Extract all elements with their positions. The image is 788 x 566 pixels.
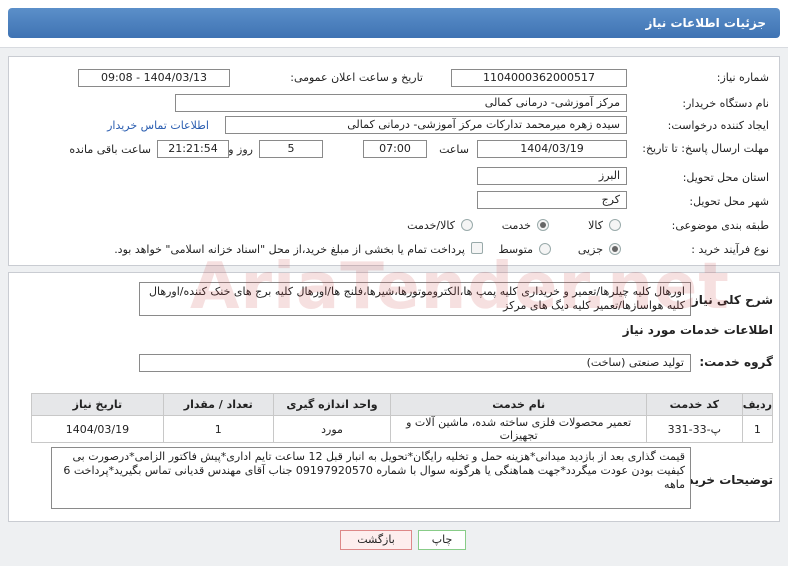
description-text: اورهال کلیه چیلرها/تعمیر و خریداری کلیه … bbox=[139, 282, 691, 316]
col-unit: واحد اندازه گیری bbox=[272, 393, 392, 416]
need-number-label: شماره نیاز: bbox=[716, 71, 769, 84]
days-label: روز و bbox=[228, 143, 253, 156]
col-row: ردیف bbox=[741, 393, 774, 416]
description-label: شرح کلی نیاز: bbox=[687, 293, 773, 307]
service-group-label: گروه خدمت: bbox=[699, 355, 773, 369]
buyer-org-field: مرکز آموزشی- درمانی کمالی bbox=[175, 94, 627, 112]
province-field: البرز bbox=[477, 167, 627, 185]
creator-label: ایجاد کننده درخواست: bbox=[667, 119, 769, 132]
cell-name: تعمیر محصولات فلزی ساخته شده، ماشین آلات… bbox=[390, 415, 647, 443]
buyer-notes-text: قیمت گذاری بعد از بازدید میدانی*هزینه حم… bbox=[51, 447, 691, 509]
process-medium-label: متوسط bbox=[498, 243, 533, 256]
days-field: 5 bbox=[259, 140, 323, 158]
cell-code: پ-33-331 bbox=[645, 415, 743, 443]
category-radio-goods[interactable] bbox=[609, 219, 621, 231]
table-header-row: ردیف کد خدمت نام خدمت واحد اندازه گیری ت… bbox=[31, 393, 774, 416]
treasury-note: پرداخت تمام یا بخشی از مبلغ خرید،از محل … bbox=[114, 243, 465, 256]
category-goods-service-label: کالا/خدمت bbox=[407, 219, 455, 232]
cell-unit: مورد bbox=[272, 415, 392, 443]
need-info-panel: شماره نیاز: 1104000362000517 تاریخ و ساع… bbox=[8, 56, 780, 266]
category-radio-goods-service[interactable] bbox=[461, 219, 473, 231]
page-header: جزئیات اطلاعات نیاز bbox=[0, 0, 788, 48]
process-minor-label: جزیی bbox=[577, 243, 603, 256]
category-service-label: خدمت bbox=[501, 219, 531, 232]
need-number-field: 1104000362000517 bbox=[451, 69, 627, 87]
city-label: شهر محل تحویل: bbox=[689, 195, 769, 208]
process-label: نوع فرآیند خرید : bbox=[691, 243, 769, 256]
col-name: نام خدمت bbox=[390, 393, 647, 416]
buyer-org-label: نام دستگاه خریدار: bbox=[682, 97, 769, 110]
service-group-field: تولید صنعتی (ساخت) bbox=[139, 354, 691, 372]
remaining-label: ساعت باقی مانده bbox=[69, 143, 151, 156]
print-button[interactable]: چاپ bbox=[418, 530, 466, 550]
col-date: تاریخ نیاز bbox=[31, 393, 164, 416]
category-goods-label: کالا bbox=[588, 219, 603, 232]
table-row: 1 پ-33-331 تعمیر محصولات فلزی ساخته شده،… bbox=[31, 415, 774, 443]
services-panel: شرح کلی نیاز: اورهال کلیه چیلرها/تعمیر و… bbox=[8, 272, 780, 522]
process-radio-medium[interactable] bbox=[539, 243, 551, 255]
announce-field: 1404/03/13 - 09:08 bbox=[78, 69, 230, 87]
creator-field: سیده زهره میرمحمد تدارکات مرکز آموزشی- د… bbox=[225, 116, 627, 134]
category-radio-service[interactable] bbox=[537, 219, 549, 231]
back-button[interactable]: بازگشت bbox=[340, 530, 412, 550]
deadline-date-field: 1404/03/19 bbox=[477, 140, 627, 158]
cell-row: 1 bbox=[741, 415, 774, 443]
col-qty: تعداد / مقدار bbox=[162, 393, 274, 416]
services-title: اطلاعات خدمات مورد نیاز bbox=[622, 323, 773, 337]
deadline-time-field: 07:00 bbox=[363, 140, 427, 158]
col-code: کد خدمت bbox=[645, 393, 743, 416]
remaining-time-field: 21:21:54 bbox=[157, 140, 229, 158]
announce-label: تاریخ و ساعت اعلان عمومی: bbox=[290, 71, 423, 84]
buyer-contact-link[interactable]: اطلاعات تماس خریدار bbox=[107, 119, 209, 132]
page-title: جزئیات اطلاعات نیاز bbox=[8, 8, 780, 38]
treasury-checkbox[interactable] bbox=[471, 242, 483, 254]
province-label: استان محل تحویل: bbox=[682, 171, 769, 184]
deadline-time-label: ساعت bbox=[439, 143, 469, 156]
services-table: ردیف کد خدمت نام خدمت واحد اندازه گیری ت… bbox=[31, 393, 774, 443]
city-field: کرج bbox=[477, 191, 627, 209]
deadline-label: مهلت ارسال پاسخ: تا تاریخ: bbox=[642, 142, 769, 155]
process-radio-minor[interactable] bbox=[609, 243, 621, 255]
category-label: طبقه بندی موضوعی: bbox=[671, 219, 769, 232]
cell-date: 1404/03/19 bbox=[31, 415, 164, 443]
cell-qty: 1 bbox=[162, 415, 274, 443]
